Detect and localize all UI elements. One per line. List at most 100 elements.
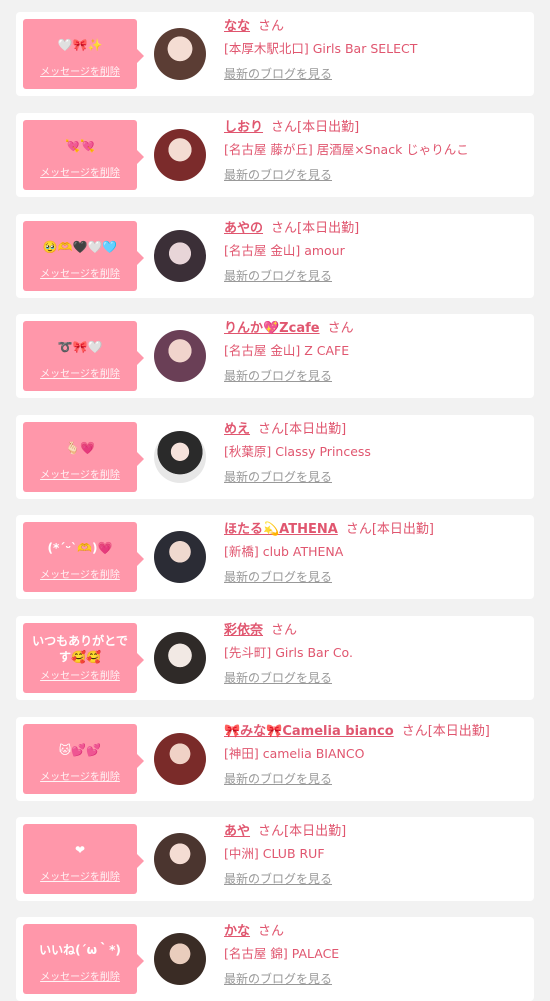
message-bubble: ➰🎀🤍 メッセージを削除 bbox=[23, 321, 144, 391]
name-suffix: さん bbox=[258, 19, 285, 34]
latest-blog-link[interactable]: 最新のブログを見る bbox=[224, 468, 528, 486]
message-text: 💘💘 bbox=[65, 139, 95, 153]
name-row: かな さん bbox=[224, 923, 528, 941]
delete-message-link[interactable]: メッセージを削除 bbox=[23, 63, 137, 78]
message-bubble: 🫰🏻💗 メッセージを削除 bbox=[23, 422, 144, 492]
latest-blog-link[interactable]: 最新のブログを見る bbox=[224, 770, 528, 788]
latest-blog-link[interactable]: 最新のブログを見る bbox=[224, 267, 528, 285]
name-suffix: さん[本日出勤] bbox=[271, 120, 360, 135]
delete-message-link[interactable]: メッセージを削除 bbox=[23, 667, 137, 682]
message-bubble: 🥹🫶🖤🤍🩵 メッセージを削除 bbox=[23, 221, 144, 291]
cast-name-link[interactable]: 彩依奈 bbox=[224, 623, 263, 638]
shop-name: [名古屋 金山] Z CAFE bbox=[224, 343, 350, 358]
latest-blog-link[interactable]: 最新のブログを見る bbox=[224, 166, 528, 184]
card-info: めえ さん[本日出勤] [秋葉原] Classy Princess 最新のブログを見る bbox=[224, 421, 528, 486]
shop-name: [名古屋 藤が丘] 居酒屋×Snack じゃりんこ bbox=[224, 142, 469, 157]
avatar[interactable] bbox=[154, 230, 206, 282]
message-card: ❤︎ メッセージを削除 あや さん[本日出勤] [中洲] CLUB RUF 最新のブログを… bbox=[16, 817, 534, 901]
card-info: かな さん [名古屋 錦] PALACE 最新のブログを見る bbox=[224, 923, 528, 988]
shop-name: [神田] camelia BIANCO bbox=[224, 746, 365, 761]
card-info: あやの さん[本日出勤] [名古屋 金山] amour 最新のブログを見る bbox=[224, 220, 528, 285]
name-row: なな さん bbox=[224, 18, 528, 36]
card-info: なな さん [本厚木駅北口] Girls Bar SELECT 最新のブログを見る bbox=[224, 18, 528, 83]
name-row: 彩依奈 さん bbox=[224, 622, 528, 640]
delete-message-link[interactable]: メッセージを削除 bbox=[23, 164, 137, 179]
latest-blog-link[interactable]: 最新のブログを見る bbox=[224, 970, 528, 988]
cast-name-link[interactable]: なな bbox=[224, 19, 250, 34]
avatar[interactable] bbox=[154, 632, 206, 684]
message-text: (*´ᵕ`🫶)💗 bbox=[47, 541, 113, 555]
avatar[interactable] bbox=[154, 431, 206, 483]
message-bubble: いいね(´ω｀*) メッセージを削除 bbox=[23, 924, 144, 994]
message-text: いいね(´ω｀*) bbox=[39, 943, 121, 957]
message-text: いつもありがとです🥰🥰 bbox=[32, 634, 128, 664]
message-card: いいね(´ω｀*) メッセージを削除 かな さん [名古屋 錦] PALACE 最新のブロ… bbox=[16, 917, 534, 1001]
card-info: あや さん[本日出勤] [中洲] CLUB RUF 最新のブログを見る bbox=[224, 823, 528, 888]
shop-name: [先斗町] Girls Bar Co. bbox=[224, 645, 353, 660]
name-suffix: さん[本日出勤] bbox=[401, 724, 490, 739]
delete-message-link[interactable]: メッセージを削除 bbox=[23, 868, 137, 883]
cast-name-link[interactable]: ほたる💫ATHENA bbox=[224, 522, 338, 537]
name-row: 🎀みな🎀Camelia bianco さん[本日出勤] bbox=[224, 723, 528, 741]
avatar[interactable] bbox=[154, 733, 206, 785]
name-suffix: さん[本日出勤] bbox=[271, 221, 360, 236]
cast-name-link[interactable]: しおり bbox=[224, 120, 263, 135]
shop-name: [秋葉原] Classy Princess bbox=[224, 444, 371, 459]
message-bubble: (*´ᵕ`🫶)💗 メッセージを削除 bbox=[23, 522, 144, 592]
avatar[interactable] bbox=[154, 531, 206, 583]
shop-name: [名古屋 金山] amour bbox=[224, 243, 345, 258]
message-text: 🫰🏻💗 bbox=[65, 441, 95, 455]
name-suffix: さん[本日出勤] bbox=[258, 824, 347, 839]
card-info: りんか💖Zcafe さん [名古屋 金山] Z CAFE 最新のブログを見る bbox=[224, 320, 528, 385]
cast-name-link[interactable]: めえ bbox=[224, 422, 250, 437]
delete-message-link[interactable]: メッセージを削除 bbox=[23, 466, 137, 481]
delete-message-link[interactable]: メッセージを削除 bbox=[23, 968, 137, 983]
delete-message-link[interactable]: メッセージを削除 bbox=[23, 566, 137, 581]
name-suffix: さん bbox=[271, 623, 298, 638]
card-info: 彩依奈 さん [先斗町] Girls Bar Co. 最新のブログを見る bbox=[224, 622, 528, 687]
avatar[interactable] bbox=[154, 933, 206, 985]
latest-blog-link[interactable]: 最新のブログを見る bbox=[224, 65, 528, 83]
name-suffix: さん[本日出勤] bbox=[258, 422, 347, 437]
message-text: 🐱💕💕 bbox=[58, 743, 102, 757]
message-card: 💘💘 メッセージを削除 しおり さん[本日出勤] [名古屋 藤が丘] 居酒屋×Snack… bbox=[16, 113, 534, 197]
latest-blog-link[interactable]: 最新のブログを見る bbox=[224, 669, 528, 687]
name-row: ほたる💫ATHENA さん[本日出勤] bbox=[224, 521, 528, 539]
card-info: ほたる💫ATHENA さん[本日出勤] [新橋] club ATHENA 最新のブログ… bbox=[224, 521, 528, 586]
message-card: 🥹🫶🖤🤍🩵 メッセージを削除 あやの さん[本日出勤] [名古屋 金山] amour 最新… bbox=[16, 214, 534, 298]
message-card: 🫰🏻💗 メッセージを削除 めえ さん[本日出勤] [秋葉原] Classy Prince… bbox=[16, 415, 534, 499]
avatar[interactable] bbox=[154, 330, 206, 382]
message-bubble: 🤍🎀✨ メッセージを削除 bbox=[23, 19, 144, 89]
message-card: (*´ᵕ`🫶)💗 メッセージを削除 ほたる💫ATHENA さん[本日出勤] [新橋] c… bbox=[16, 515, 534, 599]
message-card: いつもありがとです🥰🥰 メッセージを削除 彩依奈 さん [先斗町] Girls Bar … bbox=[16, 616, 534, 700]
message-text: 🥹🫶🖤🤍🩵 bbox=[42, 240, 118, 254]
latest-blog-link[interactable]: 最新のブログを見る bbox=[224, 870, 528, 888]
latest-blog-link[interactable]: 最新のブログを見る bbox=[224, 367, 528, 385]
message-bubble: いつもありがとです🥰🥰 メッセージを削除 bbox=[23, 623, 144, 693]
cast-name-link[interactable]: 🎀みな🎀Camelia bianco bbox=[224, 724, 394, 739]
delete-message-link[interactable]: メッセージを削除 bbox=[23, 265, 137, 280]
name-suffix: さん bbox=[327, 321, 354, 336]
delete-message-link[interactable]: メッセージを削除 bbox=[23, 768, 137, 783]
name-row: しおり さん[本日出勤] bbox=[224, 119, 528, 137]
name-row: あや さん[本日出勤] bbox=[224, 823, 528, 841]
name-row: めえ さん[本日出勤] bbox=[224, 421, 528, 439]
name-row: あやの さん[本日出勤] bbox=[224, 220, 528, 238]
message-card: 🐱💕💕 メッセージを削除 🎀みな🎀Camelia bianco さん[本日出勤] [神田… bbox=[16, 717, 534, 801]
avatar[interactable] bbox=[154, 129, 206, 181]
avatar[interactable] bbox=[154, 28, 206, 80]
avatar[interactable] bbox=[154, 833, 206, 885]
latest-blog-link[interactable]: 最新のブログを見る bbox=[224, 568, 528, 586]
cast-name-link[interactable]: あやの bbox=[224, 221, 263, 236]
shop-name: [中洲] CLUB RUF bbox=[224, 846, 325, 861]
message-text: 🤍🎀✨ bbox=[57, 38, 103, 52]
message-bubble: 💘💘 メッセージを削除 bbox=[23, 120, 144, 190]
shop-name: [名古屋 錦] PALACE bbox=[224, 946, 340, 961]
card-info: 🎀みな🎀Camelia bianco さん[本日出勤] [神田] camelia B… bbox=[224, 723, 528, 788]
cast-name-link[interactable]: あや bbox=[224, 824, 250, 839]
name-row: りんか💖Zcafe さん bbox=[224, 320, 528, 338]
delete-message-link[interactable]: メッセージを削除 bbox=[23, 365, 137, 380]
cast-name-link[interactable]: りんか💖Zcafe bbox=[224, 321, 320, 336]
message-text: ➰🎀🤍 bbox=[57, 340, 103, 354]
cast-name-link[interactable]: かな bbox=[224, 924, 250, 939]
